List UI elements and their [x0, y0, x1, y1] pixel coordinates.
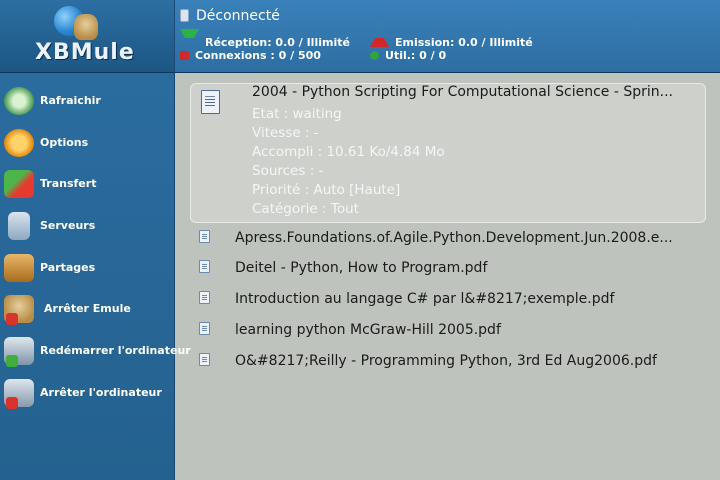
sidebar-item-label: Arrêter l'ordinateur — [40, 386, 162, 399]
sidebar-item-label: Options — [40, 136, 89, 149]
mule-icon — [74, 14, 98, 40]
sidebar-item-label: Serveurs — [40, 219, 96, 232]
sidebar-item-shares[interactable]: Partages — [0, 248, 174, 288]
sidebar-item-transfer[interactable]: Transfert — [0, 164, 174, 204]
sidebar-item-shutdown-computer[interactable]: Arrêter l'ordinateur — [0, 373, 174, 413]
reception-text: Réception: 0.0 / Illimité — [205, 36, 350, 49]
sidebar-item-refresh[interactable]: Rafraichir — [0, 81, 174, 121]
gear-icon — [4, 129, 34, 157]
sidebar-item-options[interactable]: Options — [0, 123, 174, 163]
document-icon — [201, 90, 220, 114]
selected-download[interactable]: 2004 - Python Scripting For Computationa… — [190, 83, 706, 223]
file-name: O&#8217;Reilly - Programming Python, 3rd… — [235, 353, 657, 369]
app-logo-text: XBMule — [35, 40, 135, 65]
detail-category: Catégorie : Tout — [252, 201, 359, 217]
detail-state: Etat : waiting — [252, 106, 342, 122]
list-item[interactable]: Deitel - Python, How to Program.pdf — [190, 254, 704, 282]
reception-stat: Réception: 0.0 / Illimité — [180, 29, 350, 49]
stop-emule-icon — [4, 295, 34, 325]
user-icon — [370, 51, 379, 60]
sidebar: Rafraichir Options Transfert Serveurs Pa… — [0, 73, 191, 480]
sidebar-item-stop-emule[interactable]: Arrêter Emule — [0, 289, 174, 329]
detail-speed: Vitesse : - — [252, 125, 319, 141]
stop-badge-icon — [6, 313, 18, 325]
document-icon — [199, 230, 210, 243]
file-name: Deitel - Python, How to Program.pdf — [235, 260, 488, 276]
sidebar-item-label: Redémarrer l'ordinateur — [40, 344, 191, 357]
connection-plug-icon — [180, 51, 189, 60]
list-item[interactable]: learning python McGraw-Hill 2005.pdf — [190, 316, 704, 344]
emission-stat: Emission: 0.0 / Illimité — [370, 29, 533, 49]
logo-area: XBMule — [0, 0, 174, 73]
transfer-folder-icon — [4, 170, 34, 198]
download-list: 2004 - Python Scripting For Computationa… — [174, 73, 720, 480]
document-icon — [199, 322, 210, 335]
download-arrow-icon — [180, 29, 199, 47]
shutdown-computer-icon — [4, 379, 34, 409]
detail-sources: Sources : - — [252, 163, 324, 179]
document-icon — [199, 353, 210, 366]
sidebar-item-restart-computer[interactable]: Redémarrer l'ordinateur — [0, 331, 191, 371]
sidebar-item-label: Transfert — [40, 177, 97, 190]
document-icon — [199, 260, 210, 273]
sidebar-item-label: Rafraichir — [40, 94, 101, 107]
refresh-icon — [4, 87, 34, 115]
restart-badge-icon — [6, 355, 18, 367]
detail-progress: Accompli : 10.61 Ko/4.84 Mo — [252, 144, 445, 160]
users-text: Util.: 0 / 0 — [385, 49, 447, 62]
sidebar-item-servers[interactable]: Serveurs — [0, 206, 174, 246]
connections-text: Connexions : 0 / 500 — [195, 49, 321, 62]
list-item[interactable]: Introduction au langage C# par l&#8217;e… — [190, 285, 704, 313]
upload-arrow-icon — [370, 29, 389, 47]
status-bar: Déconnecté Réception: 0.0 / Illimité Emi… — [174, 0, 720, 73]
restart-computer-icon — [4, 337, 34, 367]
sidebar-item-label: Arrêter Emule — [44, 302, 131, 315]
selected-file-title: 2004 - Python Scripting For Computationa… — [252, 84, 673, 100]
emission-text: Emission: 0.0 / Illimité — [395, 36, 533, 49]
file-name: learning python McGraw-Hill 2005.pdf — [235, 322, 501, 338]
shares-box-icon — [4, 254, 34, 282]
detail-priority: Priorité : Auto [Haute] — [252, 182, 401, 198]
users-stat: Util.: 0 / 0 — [370, 49, 446, 62]
list-item[interactable]: O&#8217;Reilly - Programming Python, 3rd… — [190, 347, 704, 375]
connection-status: Déconnecté — [196, 8, 280, 24]
disconnected-icon — [180, 9, 189, 22]
file-name: Introduction au langage C# par l&#8217;e… — [235, 291, 615, 307]
connections-stat: Connexions : 0 / 500 — [180, 49, 321, 62]
document-icon — [199, 291, 210, 304]
shutdown-badge-icon — [6, 397, 18, 409]
file-name: Apress.Foundations.of.Agile.Python.Devel… — [235, 230, 673, 246]
sidebar-item-label: Partages — [40, 261, 96, 274]
servers-icon — [8, 212, 30, 240]
list-item[interactable]: Apress.Foundations.of.Agile.Python.Devel… — [190, 224, 704, 252]
